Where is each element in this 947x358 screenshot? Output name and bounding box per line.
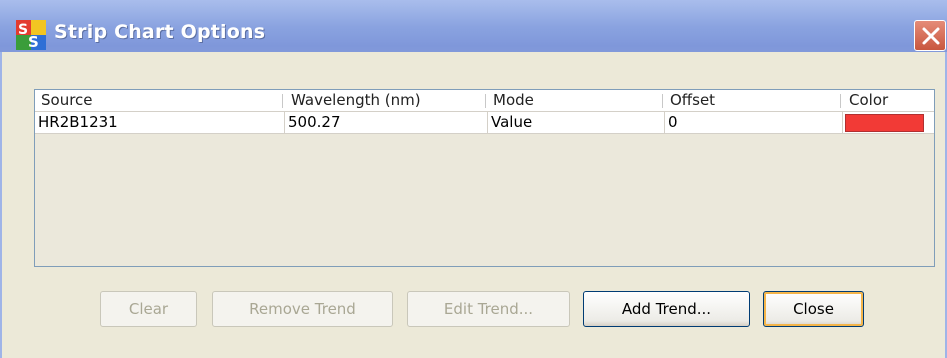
column-divider[interactable] bbox=[840, 94, 841, 108]
clear-button[interactable]: Clear bbox=[100, 291, 197, 327]
edit-trend-button[interactable]: Edit Trend... bbox=[407, 291, 570, 327]
column-divider[interactable] bbox=[662, 94, 663, 108]
cell-source[interactable]: HR2B1231 bbox=[35, 112, 285, 133]
table-row[interactable]: HR2B1231 500.27 Value 0 bbox=[35, 112, 934, 134]
svg-text:S: S bbox=[18, 22, 28, 38]
close-button[interactable]: Close bbox=[763, 291, 864, 327]
column-header-offset[interactable]: Offset bbox=[667, 90, 715, 111]
column-divider[interactable] bbox=[282, 94, 283, 108]
add-trend-button[interactable]: Add Trend... bbox=[583, 291, 750, 327]
app-icon: S S bbox=[16, 20, 46, 51]
column-header-source[interactable]: Source bbox=[38, 90, 93, 111]
trends-table[interactable]: Source Wavelength (nm) Mode Offset Color… bbox=[34, 89, 935, 267]
column-divider[interactable] bbox=[485, 94, 486, 108]
column-header-mode[interactable]: Mode bbox=[490, 90, 534, 111]
close-icon bbox=[922, 27, 940, 45]
cell-wavelength[interactable]: 500.27 bbox=[285, 112, 488, 133]
close-window-button[interactable] bbox=[914, 20, 946, 51]
table-header: Source Wavelength (nm) Mode Offset Color bbox=[35, 90, 934, 112]
color-swatch[interactable] bbox=[845, 114, 924, 132]
cell-mode[interactable]: Value bbox=[488, 112, 665, 133]
cell-offset[interactable]: 0 bbox=[665, 112, 843, 133]
remove-trend-button[interactable]: Remove Trend bbox=[212, 291, 393, 327]
column-header-wavelength[interactable]: Wavelength (nm) bbox=[288, 90, 421, 111]
window-title: Strip Chart Options bbox=[54, 21, 266, 43]
svg-text:S: S bbox=[28, 33, 39, 50]
column-header-color[interactable]: Color bbox=[846, 90, 888, 111]
